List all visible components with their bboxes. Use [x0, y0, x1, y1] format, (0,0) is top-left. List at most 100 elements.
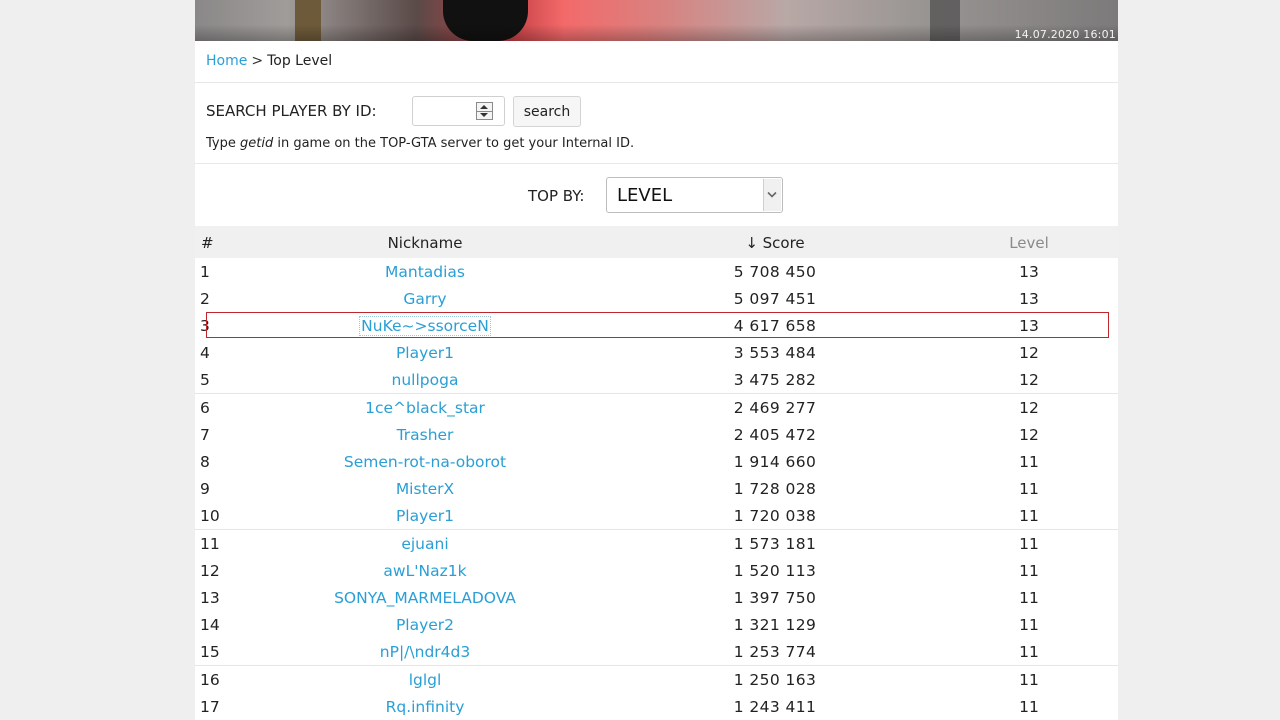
- banner-shade: [195, 0, 1118, 41]
- search-hint: Type getid in game on the TOP-GTA server…: [206, 136, 634, 151]
- row-level: 11: [1019, 616, 1039, 634]
- row-score: 1 728 028: [733, 480, 817, 498]
- player-nickname-link[interactable]: Mantadias: [195, 263, 655, 281]
- spinner-down-icon[interactable]: [480, 113, 488, 117]
- row-score: 3 553 484: [733, 344, 817, 362]
- row-level: 12: [1019, 344, 1039, 362]
- row-level: 12: [1019, 426, 1039, 444]
- row-score: 3 475 282: [733, 371, 817, 389]
- table-row: 2 Garry 5 097 451 13: [195, 285, 1118, 312]
- table-row: 16 lglgl 1 250 163 11: [195, 666, 1118, 693]
- row-score: 1 321 129: [733, 616, 817, 634]
- search-button[interactable]: search: [513, 96, 581, 127]
- row-level: 11: [1019, 480, 1039, 498]
- player-id-input[interactable]: [415, 99, 477, 125]
- breadcrumb-home-link[interactable]: Home: [206, 53, 247, 69]
- player-nickname-link[interactable]: ejuani: [195, 535, 655, 553]
- player-nickname-link[interactable]: Rq.infinity: [195, 698, 655, 716]
- leaderboard-table: 1 Mantadias 5 708 450 13 2 Garry 5 097 4…: [195, 258, 1118, 720]
- row-level: 13: [1019, 263, 1039, 281]
- search-label: SEARCH PLAYER BY ID:: [206, 102, 377, 120]
- row-level: 13: [1019, 290, 1039, 308]
- row-score: 1 573 181: [733, 535, 817, 553]
- row-level: 11: [1019, 643, 1039, 661]
- table-row: 4 Player1 3 553 484 12: [195, 339, 1118, 366]
- table-row: 12 awL'Naz1k 1 520 113 11: [195, 557, 1118, 584]
- player-nickname-link[interactable]: nullpoga: [195, 371, 655, 389]
- row-level: 11: [1019, 671, 1039, 689]
- row-score: 1 914 660: [733, 453, 817, 471]
- player-nickname-link[interactable]: Player1: [195, 344, 655, 362]
- player-nickname-link[interactable]: 1ce^black_star: [195, 399, 655, 417]
- row-level: 13: [1019, 317, 1039, 335]
- table-row: 17 Rq.infinity 1 243 411 11: [195, 693, 1118, 720]
- player-nickname-link[interactable]: lglgl: [195, 671, 655, 689]
- table-row: 10 Player1 1 720 038 11: [195, 502, 1118, 530]
- breadcrumb-current: Top Level: [267, 53, 333, 69]
- breadcrumb: Home > Top Level: [206, 53, 332, 69]
- hint-suffix: in game on the TOP-GTA server to get you…: [273, 136, 635, 151]
- row-score: 5 708 450: [733, 263, 817, 281]
- row-score: 1 243 411: [733, 698, 817, 716]
- table-row: 9 MisterX 1 728 028 11: [195, 475, 1118, 502]
- table-row: 6 1ce^black_star 2 469 277 12: [195, 394, 1118, 421]
- player-nickname-link[interactable]: NuKe~>ssorceN: [195, 316, 655, 336]
- row-score: 1 520 113: [733, 562, 817, 580]
- player-nickname-link[interactable]: MisterX: [195, 480, 655, 498]
- page-container: 14.07.2020 16:01 Home > Top Level SEARCH P…: [195, 0, 1118, 720]
- row-level: 11: [1019, 589, 1039, 607]
- column-header-score[interactable]: ↓ Score: [675, 234, 875, 252]
- player-nickname-link[interactable]: Semen-rot-na-oborot: [195, 453, 655, 471]
- row-score: 2 405 472: [733, 426, 817, 444]
- row-score: 1 720 038: [733, 507, 817, 525]
- table-row: 7 Trasher 2 405 472 12: [195, 421, 1118, 448]
- column-header-level[interactable]: Level: [929, 234, 1118, 252]
- row-level: 11: [1019, 507, 1039, 525]
- player-nickname-link[interactable]: Player2: [195, 616, 655, 634]
- divider: [195, 163, 1118, 164]
- row-level: 12: [1019, 371, 1039, 389]
- number-spinner[interactable]: [476, 102, 493, 120]
- row-level: 11: [1019, 698, 1039, 716]
- row-level: 12: [1019, 399, 1039, 417]
- row-level: 11: [1019, 562, 1039, 580]
- table-row: 1 Mantadias 5 708 450 13: [195, 258, 1118, 285]
- focused-nickname[interactable]: NuKe~>ssorceN: [359, 316, 491, 336]
- spinner-divider: [477, 111, 492, 112]
- row-score: 1 250 163: [733, 671, 817, 689]
- top-by-selected-value: LEVEL: [617, 185, 673, 206]
- top-by-select[interactable]: LEVEL: [606, 177, 783, 213]
- table-row: 5 nullpoga 3 475 282 12: [195, 366, 1118, 394]
- header-banner: 14.07.2020 16:01: [195, 0, 1118, 41]
- table-row: 8 Semen-rot-na-oborot 1 914 660 11: [195, 448, 1118, 475]
- table-row-highlighted: 3 NuKe~>ssorceN 4 617 658 13: [195, 312, 1118, 339]
- player-nickname-link[interactable]: Trasher: [195, 426, 655, 444]
- row-score: 4 617 658: [733, 317, 817, 335]
- table-header: # Nickname ↓ Score Level: [195, 226, 1118, 258]
- top-by-label: TOP BY:: [528, 187, 585, 205]
- row-level: 11: [1019, 453, 1039, 471]
- row-score: 5 097 451: [733, 290, 817, 308]
- hint-prefix: Type: [206, 136, 240, 151]
- divider: [195, 82, 1118, 83]
- chevron-down-icon[interactable]: [763, 179, 781, 211]
- row-score: 2 469 277: [733, 399, 817, 417]
- column-header-nickname: Nickname: [387, 234, 463, 252]
- player-nickname-link[interactable]: SONYA_MARMELADOVA: [195, 589, 655, 607]
- table-row: 13 SONYA_MARMELADOVA 1 397 750 11: [195, 584, 1118, 611]
- table-row: 11 ejuani 1 573 181 11: [195, 530, 1118, 557]
- spinner-up-icon[interactable]: [480, 105, 488, 109]
- row-level: 11: [1019, 535, 1039, 553]
- table-row: 14 Player2 1 321 129 11: [195, 611, 1118, 638]
- player-nickname-link[interactable]: nP|/\ndr4d3: [195, 643, 655, 661]
- row-score: 1 397 750: [733, 589, 817, 607]
- player-nickname-link[interactable]: Garry: [195, 290, 655, 308]
- banner-date: 14.07.2020 16:01: [1014, 28, 1116, 41]
- player-id-field[interactable]: [412, 96, 505, 126]
- player-nickname-link[interactable]: Player1: [195, 507, 655, 525]
- table-row: 15 nP|/\ndr4d3 1 253 774 11: [195, 638, 1118, 666]
- player-nickname-link[interactable]: awL'Naz1k: [195, 562, 655, 580]
- breadcrumb-separator: >: [251, 53, 264, 69]
- hint-command: getid: [240, 136, 274, 151]
- row-score: 1 253 774: [733, 643, 817, 661]
